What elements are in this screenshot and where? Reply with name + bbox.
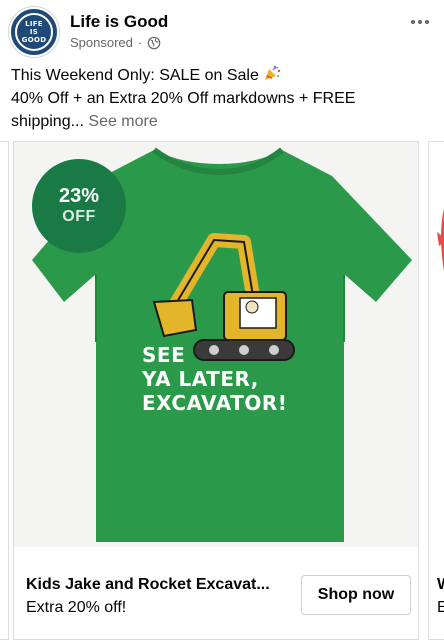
product-title[interactable]: Kids Jake and Rocket Excavat... <box>26 576 296 594</box>
sponsored-label[interactable]: Sponsored <box>70 35 133 50</box>
post-line-2: 40% Off + an Extra 20% Off markdowns + F… <box>11 90 356 107</box>
shop-now-button[interactable]: Shop now <box>301 575 411 615</box>
product-subtitle: Extra 20% off! <box>26 599 127 616</box>
shirt-print-line-3: EXCAVATOR! <box>142 391 288 415</box>
post-line-3-text: shipping... <box>11 113 84 130</box>
post-line-1: This Weekend Only: SALE on Sale <box>11 64 436 87</box>
page-name[interactable]: Life is Good <box>70 12 168 32</box>
globe-icon <box>147 36 161 49</box>
ad-carousel[interactable]: 23% OFF SEE YA LATER, EXCAVATOR! Kids Ja… <box>0 141 444 640</box>
post-header: LIFE IS GOOD Life is Good Sponsored · <box>0 0 444 62</box>
post-meta: Sponsored · <box>70 35 161 50</box>
more-horizontal-icon <box>411 20 429 24</box>
page-avatar[interactable]: LIFE IS GOOD <box>9 7 59 57</box>
see-more-link[interactable]: See more <box>88 113 157 130</box>
next-card-subtitle: E <box>437 599 444 616</box>
discount-percent: 23% <box>58 185 100 207</box>
next-card-footer: W E <box>429 547 444 639</box>
carousel-card-previous[interactable] <box>0 141 9 640</box>
meta-separator: · <box>137 35 143 50</box>
more-options-button[interactable] <box>408 10 432 34</box>
next-product-partial-icon <box>437 208 444 272</box>
shirt-print-line-1: SEE <box>142 343 186 367</box>
avatar-logo-text: LIFE IS GOOD <box>21 20 47 44</box>
avatar-logo: LIFE IS GOOD <box>15 13 53 51</box>
shirt-print-line-2: YA LATER, <box>142 367 259 391</box>
next-card-image[interactable] <box>429 142 444 547</box>
party-popper-icon <box>265 65 281 80</box>
next-card-title: W <box>437 576 444 594</box>
carousel-card-main[interactable]: 23% OFF SEE YA LATER, EXCAVATOR! Kids Ja… <box>13 141 419 640</box>
post-line-3: shipping... See more <box>11 110 436 133</box>
product-image[interactable]: 23% OFF SEE YA LATER, EXCAVATOR! <box>14 142 418 547</box>
carousel-card-next[interactable]: W E <box>428 141 444 640</box>
product-footer: Kids Jake and Rocket Excavat... Extra 20… <box>14 547 418 639</box>
post-message: This Weekend Only: SALE on Sale 40% Off … <box>11 64 436 133</box>
post-line-1-text: This Weekend Only: SALE on Sale <box>11 67 259 84</box>
discount-off-label: OFF <box>62 208 96 225</box>
discount-badge: 23% OFF <box>32 159 126 253</box>
